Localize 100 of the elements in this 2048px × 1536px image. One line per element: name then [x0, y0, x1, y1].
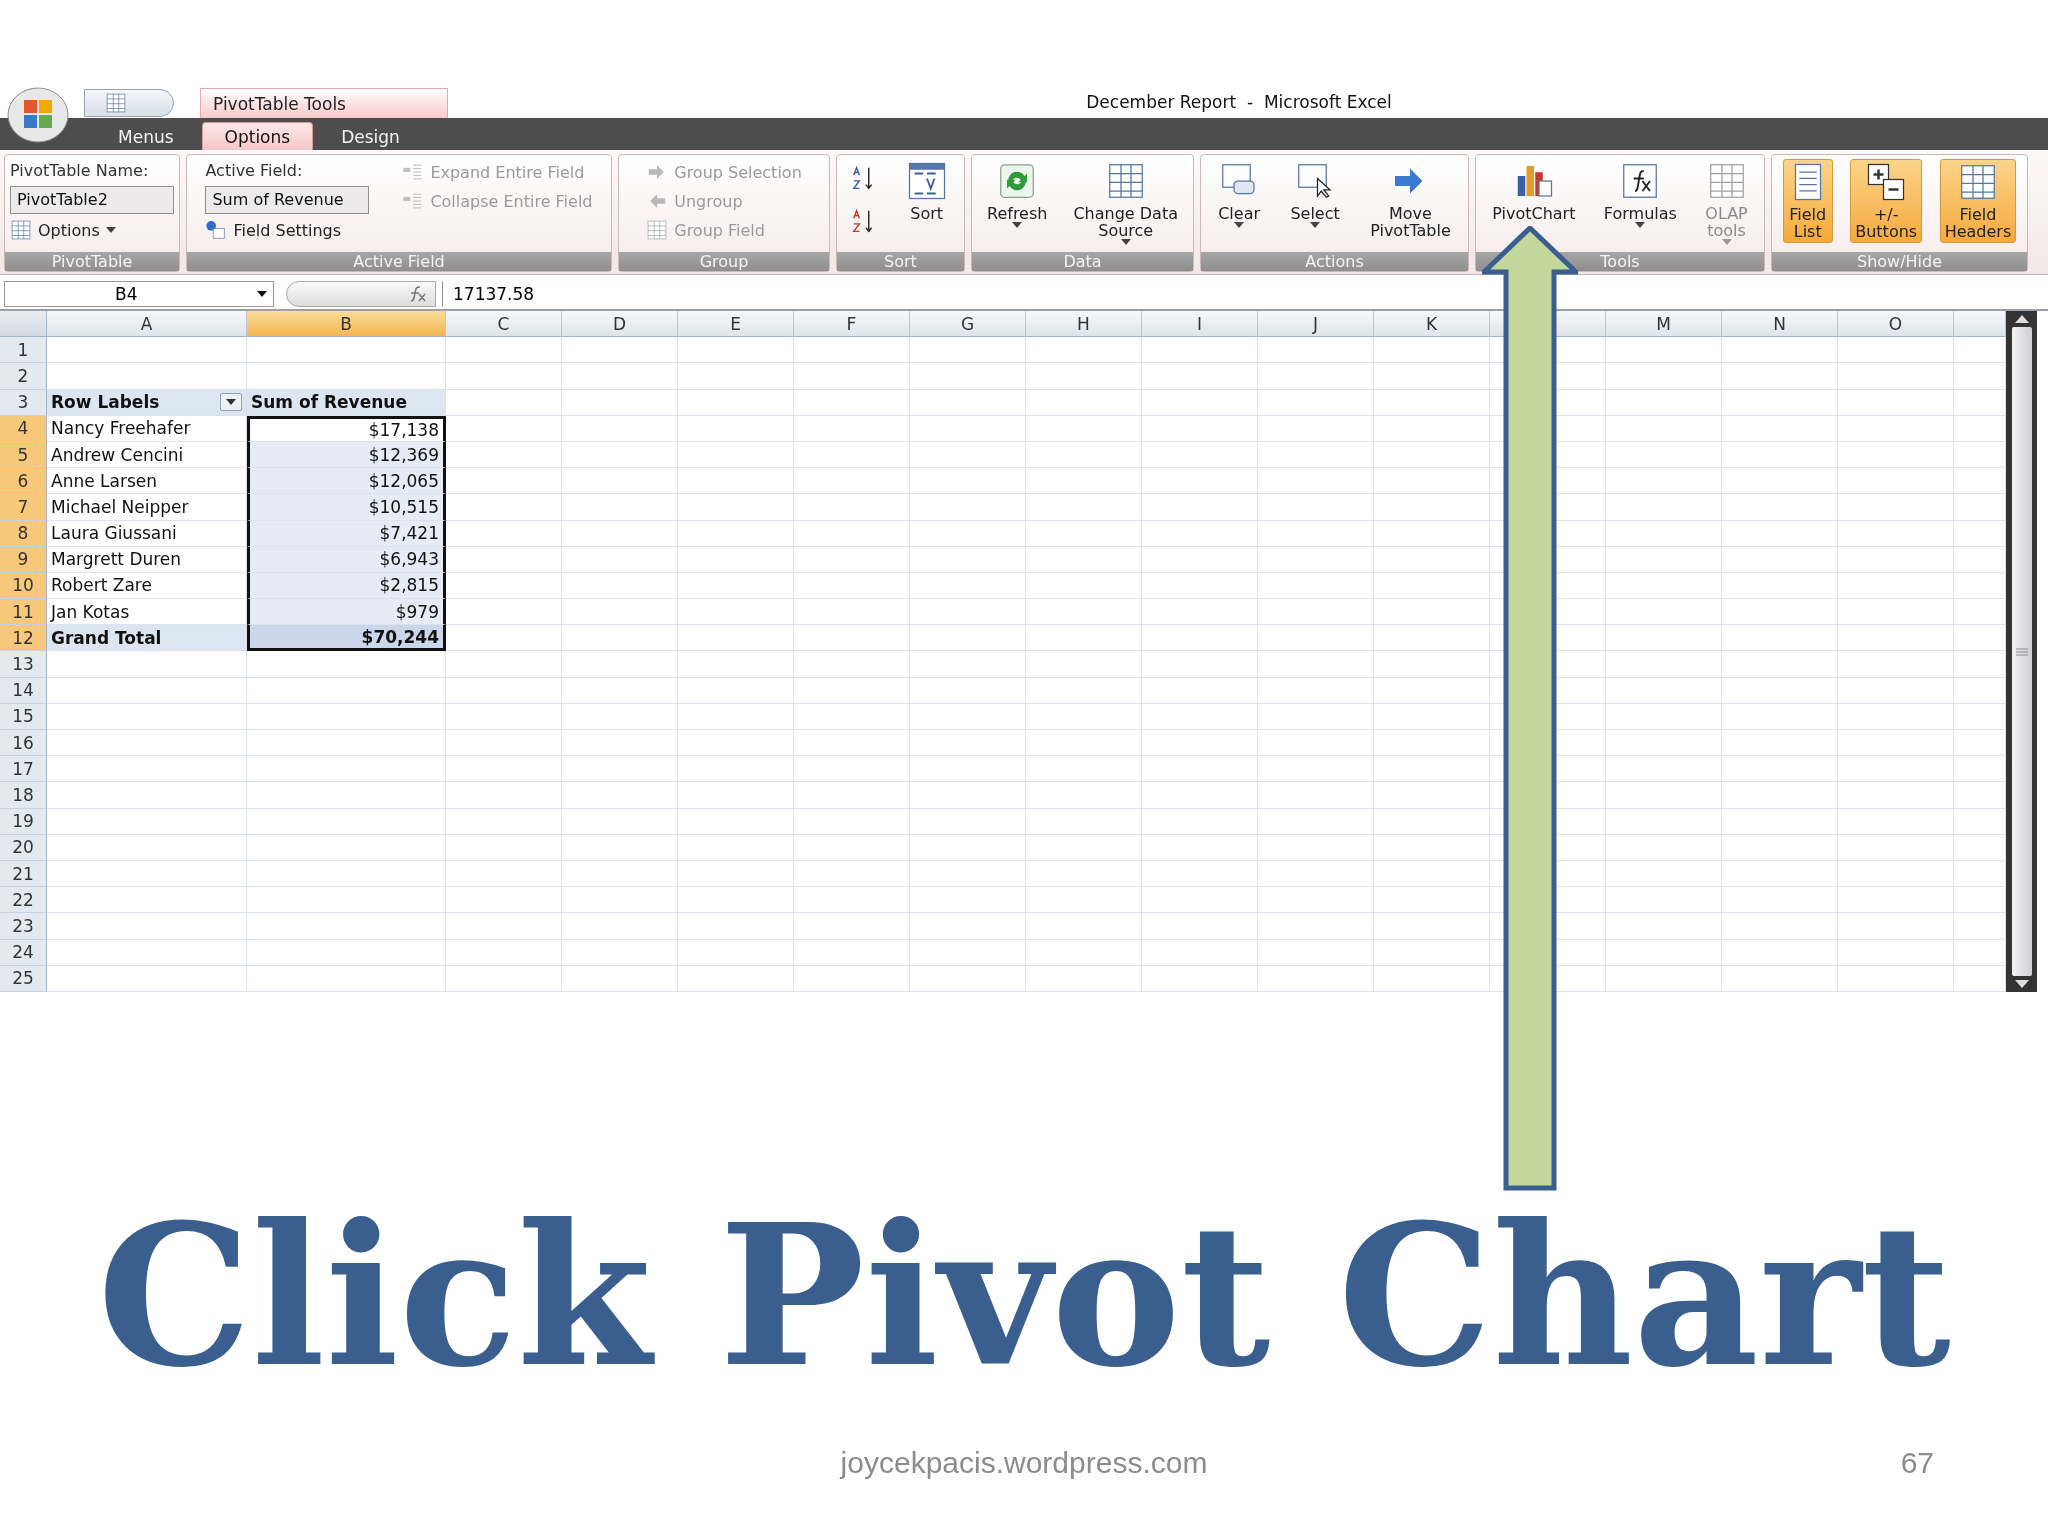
ribbon-button[interactable]: Field Headers [1939, 159, 2017, 243]
ribbon-button[interactable]: Options [10, 217, 174, 243]
row-header[interactable]: 8 [0, 520, 47, 547]
input-field[interactable]: Sum of Revenue [205, 186, 370, 214]
group-label: Data [972, 252, 1193, 271]
column-header[interactable]: K [1374, 311, 1490, 338]
column-header[interactable]: I [1142, 311, 1258, 338]
row-header[interactable]: 23 [0, 913, 47, 940]
column-header[interactable]: B [247, 311, 446, 338]
vertical-scrollbar[interactable] [2006, 311, 2037, 992]
table-cell: Margrett Duren [47, 546, 247, 573]
group-label: PivotTable [5, 252, 179, 271]
table-cell: Grand Total [47, 625, 247, 652]
table-cell: Andrew Cencini [47, 441, 247, 469]
caret-icon [226, 399, 236, 406]
ribbon-button[interactable]: Sort [902, 159, 951, 224]
footer-text: joycekpacis.wordpress.com [840, 1446, 1208, 1481]
table-cell: Anne Larsen [47, 468, 247, 495]
row-header[interactable]: 5 [0, 441, 47, 469]
row-header[interactable]: 12 [0, 625, 47, 652]
table-cell: $979 [247, 599, 446, 626]
column-header[interactable]: F [794, 311, 910, 338]
row-header[interactable]: 6 [0, 468, 47, 495]
table-cell: Nancy Freehafer [47, 415, 247, 442]
row-header[interactable]: 9 [0, 546, 47, 573]
table-icon [646, 219, 669, 241]
table-cell: $7,421 [247, 520, 446, 547]
ribbon-tab[interactable]: Options [201, 122, 314, 150]
ribbon-button[interactable]: Select [1286, 159, 1344, 230]
ribbon-button[interactable]: Change Data Source [1069, 159, 1182, 247]
column-header[interactable]: J [1258, 311, 1374, 338]
table-cell: Michael Neipper [47, 494, 247, 521]
ribbon-button[interactable]: Refresh [983, 159, 1052, 230]
row-header[interactable]: 25 [0, 965, 47, 992]
row-header[interactable]: 17 [0, 756, 47, 783]
row-header[interactable]: 15 [0, 703, 47, 730]
column-header[interactable]: C [446, 311, 562, 338]
ribbon-button[interactable]: Field Settings [205, 217, 370, 243]
table-cell: Laura Giussani [47, 520, 247, 547]
ribbon-button[interactable]: +/- Buttons [1850, 159, 1923, 243]
group-label: Show/Hide [1772, 252, 2027, 271]
ribbon-button[interactable]: Formulas [1599, 159, 1681, 230]
row-header[interactable]: 19 [0, 808, 47, 835]
table-cell: $12,065 [247, 468, 446, 495]
ribbon-tab[interactable]: Menus [96, 123, 196, 150]
table-cell: Sum of Revenue [247, 389, 446, 416]
table-cell: $12,369 [247, 441, 446, 469]
row-header[interactable]: 1 [0, 337, 47, 364]
table-cell: $10,515 [247, 494, 446, 521]
ribbon-button[interactable]: Clear [1214, 159, 1265, 230]
column-header[interactable]: E [678, 311, 794, 338]
info-icon [205, 219, 228, 241]
column-header[interactable]: D [562, 311, 678, 338]
context-tab-label: PivotTable Tools [200, 88, 448, 118]
row-header[interactable]: 7 [0, 494, 47, 521]
column-header[interactable]: N [1722, 311, 1838, 338]
row-header[interactable]: 4 [0, 415, 47, 442]
row-header[interactable]: 2 [0, 363, 47, 390]
table-cell: Row Labels [47, 389, 247, 416]
row-header[interactable]: 24 [0, 939, 47, 966]
row-header[interactable]: 10 [0, 572, 47, 600]
group-label: Actions [1201, 252, 1468, 271]
column-header[interactable]: A [47, 311, 247, 338]
row-header[interactable]: 20 [0, 834, 47, 861]
row-header[interactable]: 13 [0, 651, 47, 678]
table-cell: $70,244 [247, 625, 446, 652]
filter-button[interactable] [220, 393, 242, 412]
column-header[interactable]: G [910, 311, 1026, 338]
group-label: Group [619, 252, 829, 271]
column-header[interactable]: H [1026, 311, 1142, 338]
column-header[interactable]: M [1606, 311, 1722, 338]
sort-icon [906, 161, 947, 201]
row-header[interactable]: 14 [0, 677, 47, 704]
row-header[interactable]: 22 [0, 887, 47, 914]
table-cell: $2,815 [247, 572, 446, 600]
window-title: December Report - Microsoft Excel [1086, 92, 1392, 112]
ribbon-button[interactable]: Field List [1782, 159, 1833, 243]
column-header[interactable]: O [1838, 311, 1954, 338]
caret-icon [257, 291, 267, 297]
table-cell: $6,943 [247, 546, 446, 573]
plus-minus-icon [1866, 162, 1907, 202]
scroll-up-icon[interactable] [2014, 315, 2029, 323]
group-label: Sort [837, 252, 964, 271]
office-button[interactable] [6, 86, 70, 144]
ribbon-button[interactable]: Move PivotTable [1366, 159, 1455, 241]
grip-icon [2015, 647, 2028, 656]
row-header[interactable]: 11 [0, 599, 47, 626]
slide-title: Click Pivot Chart [96, 1198, 1952, 1394]
row-header[interactable]: 16 [0, 730, 47, 757]
ribbon-tab[interactable]: Design [319, 123, 422, 150]
row-header[interactable]: 21 [0, 860, 47, 888]
row-header[interactable]: 3 [0, 389, 47, 416]
group-label: Active Field [187, 252, 611, 271]
scroll-down-icon[interactable] [2014, 980, 2029, 988]
field-caption: PivotTable Name: [10, 160, 150, 182]
row-header[interactable]: 18 [0, 782, 47, 809]
ribbon-button[interactable]: PivotChart [1488, 159, 1580, 224]
field-caption: Active Field: [205, 160, 304, 182]
input-field[interactable]: PivotTable2 [10, 186, 174, 214]
name-box[interactable]: B4 [4, 281, 274, 307]
